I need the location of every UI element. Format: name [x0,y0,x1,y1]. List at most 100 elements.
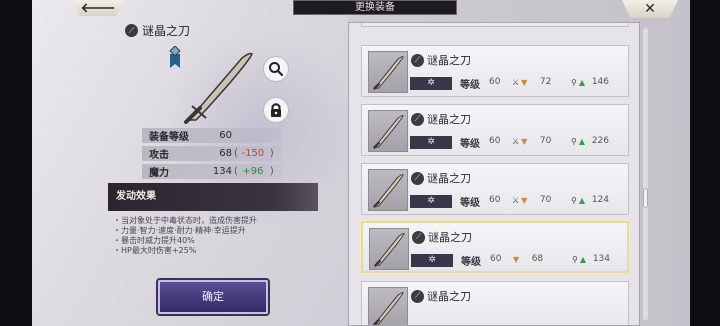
item-name-label: 谜晶之刀 [427,290,471,303]
sword-icon: ⚔ [512,77,520,87]
page-title: 更换装备 [293,0,457,15]
blade-type-icon: ⟋ [412,230,425,244]
stat-label: 魔力 [149,168,169,179]
increase-arrow-icon: ▲ [579,254,587,264]
detail-stats: 装备等级 60 攻击 68 ( -150 ) 魔力 134 ( +96 ) [142,128,282,182]
blade-type-icon: ⟋ [411,112,424,126]
weapon-image [184,52,253,124]
level-label: 等级 [460,139,480,150]
paren-close: ) [269,166,274,177]
scrollbar-thumb[interactable] [643,188,648,208]
star-rank: ✲ [411,254,453,267]
level-label: 等级 [460,198,480,209]
attack-value: 68 [531,254,544,264]
sword-icon: ⚔ [512,136,520,146]
item-name-label: 谜晶之刀 [427,54,471,67]
stat-value: 60 [219,130,232,141]
stat-row-attack: 攻击 68 ( -150 ) [142,146,282,161]
weapon-thumbnail [368,110,408,152]
stat-row-magic: 魔力 134 ( +96 ) [142,164,282,179]
item-level: 60 [489,136,501,146]
item-name: ⟋ 谜晶之刀 [411,111,471,127]
decrease-arrow-icon: ▼ [521,77,528,87]
magic-value: 146 [591,77,610,87]
decrease-arrow-icon: ▼ [521,195,528,205]
attack-stat: ⚔ ▼ 72 [512,77,551,87]
magic-stat: ⚲ ▲ 146 [571,77,609,87]
magic-value: 134 [592,254,611,264]
list-item[interactable]: ⟋ 谜晶之刀 [361,281,629,325]
left-letterbox [0,0,32,326]
increase-arrow-icon: ▲ [578,195,586,205]
effect-line: ・当对象处于中毒状态时，造成伤害提升 [113,216,257,225]
decrease-arrow-icon: ▼ [521,136,528,146]
weapon-thumbnail [369,228,409,270]
lock-button[interactable] [263,97,289,123]
list-item-selected[interactable]: ⟋ 谜晶之刀 ✲ 等级 60 ▼ 68 ⚲ ▲ 134 [361,221,629,273]
decrease-arrow-icon: ▼ [513,254,520,264]
magic-stat: ⚲ ▲ 124 [571,195,609,205]
item-level: 60 [489,77,501,87]
magic-value: 124 [591,195,610,205]
close-button[interactable]: ✕ [622,0,678,18]
star-rank: ✲ [410,195,452,208]
lock-icon [271,103,281,117]
list-item[interactable]: ⟋ 谜晶之刀 ✲ 等级 60 ⚔ ▼ 72 ⚲ ▲ 146 [361,45,629,97]
wand-icon: ⚲ [572,254,578,264]
blade-type-icon: ⟋ [411,289,424,303]
wand-icon: ⚲ [571,136,577,146]
item-name: ⟋ 谜晶之刀 [411,52,471,68]
detail-item-name: ⟋ 谜晶之刀 [125,22,190,39]
stat-label: 装备等级 [149,132,189,143]
attack-value: 70 [539,195,552,205]
sword-icon: ⚔ [512,195,520,205]
attack-stat: ▼ 68 [513,254,543,264]
level-label: 等级 [460,80,480,91]
attack-stat: ⚔ ▼ 70 [512,195,551,205]
wand-icon: ⚲ [571,77,577,87]
effect-header: 发动效果 [108,183,318,211]
magic-value: 226 [591,136,610,146]
item-name: ⟋ 谜晶之刀 [412,229,472,245]
list-item[interactable]: ⟋ 谜晶之刀 ✲ 等级 60 ⚔ ▼ 70 ⚲ ▲ 124 [361,163,629,215]
blade-type-icon: ⟋ [411,171,424,185]
item-name-label: 谜晶之刀 [428,231,472,244]
wand-icon: ⚲ [571,195,577,205]
increase-arrow-icon: ▲ [578,136,586,146]
back-button[interactable]: 🡐 [72,0,124,16]
list-scrollbar[interactable] [643,28,648,320]
item-level: 60 [489,195,501,205]
paren-close: ) [269,148,274,159]
stat-label: 攻击 [149,150,169,161]
weapon-thumbnail [368,287,408,325]
magnify-button[interactable] [263,56,289,82]
confirm-button[interactable]: 确定 [158,280,268,314]
effect-list: ・当对象处于中毒状态时，造成伤害提升 ・力量·智力·速度·耐力·精神·幸运提升 … [113,216,257,256]
effect-line: ・力量·智力·速度·耐力·精神·幸运提升 [113,226,246,235]
level-label: 等级 [461,257,481,268]
effect-line: ・HP最大时伤害+25% [113,246,197,255]
item-level: 60 [490,254,502,264]
magnify-icon [269,62,284,77]
stat-delta: +96 [242,166,264,177]
equipment-list[interactable]: ⟋ 谜晶之刀 ✲ 等级 60 ⚔ ▼ 72 ⚲ ▲ 146 ⟋ 谜晶之刀 ✲ 等级 60 ⚔… [348,22,640,326]
stat-value: 68 [219,148,232,159]
list-item[interactable]: ⟋ 谜晶之刀 ✲ 等级 60 ⚔ ▼ 70 ⚲ ▲ 226 [361,104,629,156]
stat-delta: -150 [241,148,265,159]
effect-line: ・暴击时威力提升40% [113,236,195,245]
attack-value: 70 [539,136,552,146]
magic-stat: ⚲ ▲ 134 [572,254,610,264]
stat-value: 134 [212,166,232,177]
item-name: ⟋ 谜晶之刀 [411,288,471,304]
right-letterbox [690,0,720,326]
weapon-thumbnail [368,169,408,211]
stat-row-level: 装备等级 60 [142,128,282,143]
star-rank: ✲ [410,136,452,149]
list-item-partial[interactable] [361,23,629,27]
detail-name-label: 谜晶之刀 [142,24,191,38]
item-name: ⟋ 谜晶之刀 [411,170,471,186]
star-rank: ✲ [410,77,452,90]
back-arrow-icon: 🡐 [80,1,116,16]
attack-value: 72 [539,77,552,87]
magic-stat: ⚲ ▲ 226 [571,136,609,146]
